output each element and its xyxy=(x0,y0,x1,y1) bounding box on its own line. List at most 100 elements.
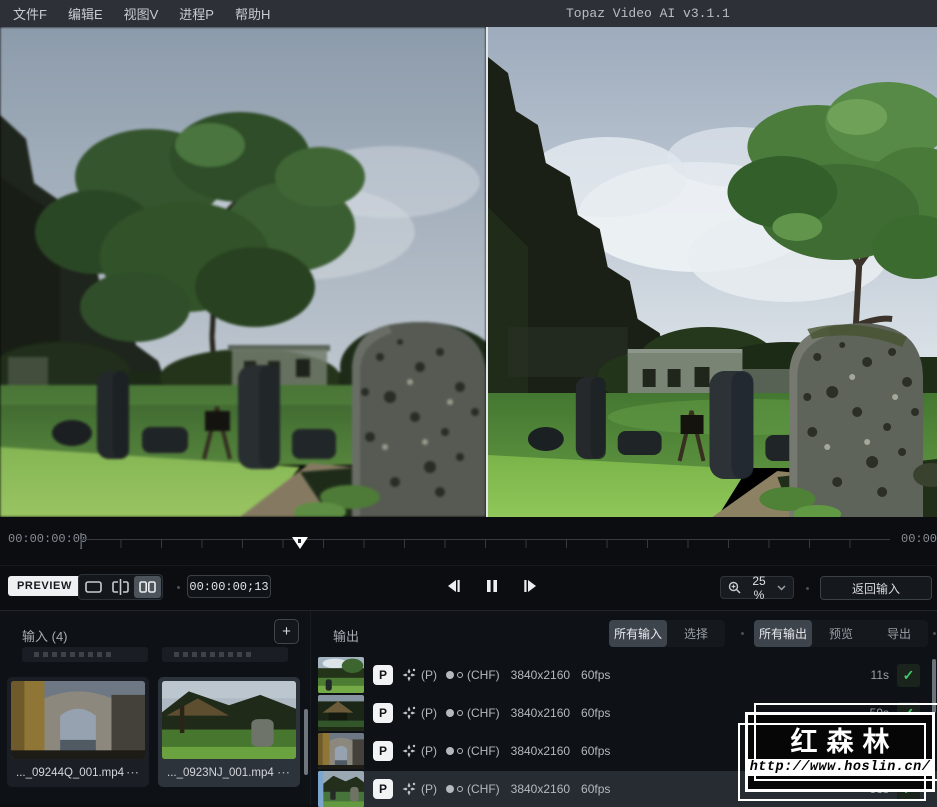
fps-label: 60fps xyxy=(581,782,610,796)
video-preview xyxy=(0,27,937,517)
menu-help[interactable]: 帮助H xyxy=(231,4,274,23)
transport-controls xyxy=(446,577,538,595)
ruins-thumbnail-image xyxy=(162,681,296,759)
resolution-label: 3840x2160 xyxy=(511,706,570,720)
separator-dot xyxy=(806,587,809,590)
original-frame-image xyxy=(0,27,486,517)
output-row-thumbnail xyxy=(318,771,364,807)
step-back-button[interactable] xyxy=(446,577,461,595)
zoom-level-value: 25 % xyxy=(746,574,772,602)
add-input-button[interactable]: + xyxy=(274,619,299,644)
input-panel-title: 输入 (4) xyxy=(22,626,68,645)
format-label: (CHF) xyxy=(467,744,500,758)
file-thumbnail xyxy=(162,681,296,759)
file-name: ..._09244Q_001.mp4 xyxy=(16,767,124,779)
separator-dot xyxy=(67,586,70,589)
resolution-label: 3840x2160 xyxy=(511,744,570,758)
file-thumbnail xyxy=(11,681,145,759)
enhancement-sparkle-icon xyxy=(402,782,416,796)
step-forward-button[interactable] xyxy=(523,577,538,595)
enhancement-sparkle-icon xyxy=(402,668,416,682)
status-dots-icon xyxy=(446,785,463,793)
preview-badge: P xyxy=(373,665,393,685)
model-label: (P) xyxy=(421,706,437,720)
view-mode-side-by-side-button[interactable] xyxy=(134,576,161,598)
output-row-thumbnail xyxy=(318,733,364,769)
menu-edit[interactable]: 编辑E xyxy=(64,4,107,23)
clipped-file-card[interactable] xyxy=(22,647,148,662)
return-to-input-button[interactable]: 返回输入 xyxy=(820,576,932,600)
chevron-down-icon xyxy=(777,585,786,591)
timeline-end-timecode: 00:00:0 xyxy=(901,532,937,546)
playback-controls-bar: PREVIEW xyxy=(0,565,937,610)
file-name: ..._0923NJ_001.mp4 xyxy=(167,767,274,779)
status-dots-icon xyxy=(446,747,463,755)
preview-enhanced-pane[interactable] xyxy=(488,27,937,517)
menu-bar: 文件F 编辑E 视图V 进程P 帮助H Topaz Video AI v3.1.… xyxy=(0,0,937,27)
separator-dot xyxy=(177,586,180,589)
menu-process[interactable]: 进程P xyxy=(175,4,218,23)
format-label: (CHF) xyxy=(467,706,500,720)
pause-button[interactable] xyxy=(486,577,498,595)
output-row-thumbnail xyxy=(318,657,364,693)
split-view-icon xyxy=(112,579,129,595)
input-file-card-selected[interactable]: ..._0923NJ_001.mp4 ⋯ xyxy=(158,677,300,787)
model-label: (P) xyxy=(421,668,437,682)
menu-file[interactable]: 文件F xyxy=(9,4,51,23)
resolution-label: 3840x2160 xyxy=(511,782,570,796)
side-by-side-icon xyxy=(139,581,156,593)
preview-button[interactable]: PREVIEW xyxy=(8,576,81,596)
pause-icon xyxy=(486,579,498,593)
view-mode-group xyxy=(78,574,163,600)
enhancement-sparkle-icon xyxy=(402,706,416,720)
file-more-menu[interactable]: ⋯ xyxy=(277,765,291,781)
preview-badge: P xyxy=(373,741,393,761)
single-view-icon xyxy=(85,581,102,593)
playhead-marker[interactable] xyxy=(292,537,308,549)
arch-thumbnail-image xyxy=(11,681,145,759)
hut-thumbnail-image xyxy=(318,695,364,731)
model-label: (P) xyxy=(421,782,437,796)
fps-label: 60fps xyxy=(581,744,610,758)
resolution-label: 3840x2160 xyxy=(511,668,570,682)
frame-timecode-input[interactable] xyxy=(187,575,271,598)
menu-view[interactable]: 视图V xyxy=(120,4,163,23)
status-dots-icon xyxy=(446,709,463,717)
watermark-overlay: 红森林 http://www.hoslin.cn/ xyxy=(745,712,935,792)
app-title: Topaz Video AI v3.1.1 xyxy=(566,0,730,27)
preview-badge: P xyxy=(373,779,393,799)
format-label: (CHF) xyxy=(467,782,500,796)
timeline-current-timecode: 00:00:00:00 xyxy=(8,532,87,546)
done-check-icon: ✓ xyxy=(897,664,920,687)
input-file-card[interactable]: ..._09244Q_001.mp4 ⋯ xyxy=(7,677,149,787)
input-panel: 输入 (4) + ..._09244Q_001.mp4 xyxy=(0,611,310,805)
ruler-ticks xyxy=(80,540,890,548)
zoom-level-dropdown[interactable]: 25 % xyxy=(720,576,794,599)
timeline: 00:00:00:00 00:00:0 xyxy=(0,517,937,565)
step-forward-icon xyxy=(523,579,538,593)
enhancement-sparkle-icon xyxy=(402,744,416,758)
view-mode-split-button[interactable] xyxy=(107,576,134,598)
preview-badge: P xyxy=(373,703,393,723)
watermark-box: 红森林 http://www.hoslin.cn/ xyxy=(745,712,935,792)
input-panel-scrollbar[interactable] xyxy=(304,709,308,775)
output-row-thumbnail xyxy=(318,695,364,731)
fps-label: 60fps xyxy=(581,706,610,720)
arch-thumbnail-image xyxy=(318,733,364,769)
watermark-url: http://www.hoslin.cn/ xyxy=(746,759,935,776)
field-thumbnail-image xyxy=(318,657,364,693)
enhanced-frame-image xyxy=(488,27,937,517)
step-back-icon xyxy=(446,579,461,593)
file-more-menu[interactable]: ⋯ xyxy=(126,765,140,781)
timeline-ruler[interactable] xyxy=(80,533,890,551)
format-label: (CHF) xyxy=(467,668,500,682)
duration-label: 11s xyxy=(871,668,889,682)
clipped-file-card[interactable] xyxy=(162,647,288,662)
watermark-title: 红森林 xyxy=(782,729,899,756)
output-row[interactable]: P (P) (CHF) 3840x2160 60fps 11s ✓ xyxy=(318,657,937,693)
status-dots-icon xyxy=(446,671,463,679)
preview-original-pane[interactable] xyxy=(0,27,486,517)
ruins-thumbnail-image xyxy=(318,771,364,807)
model-label: (P) xyxy=(421,744,437,758)
view-mode-single-button[interactable] xyxy=(80,576,107,598)
